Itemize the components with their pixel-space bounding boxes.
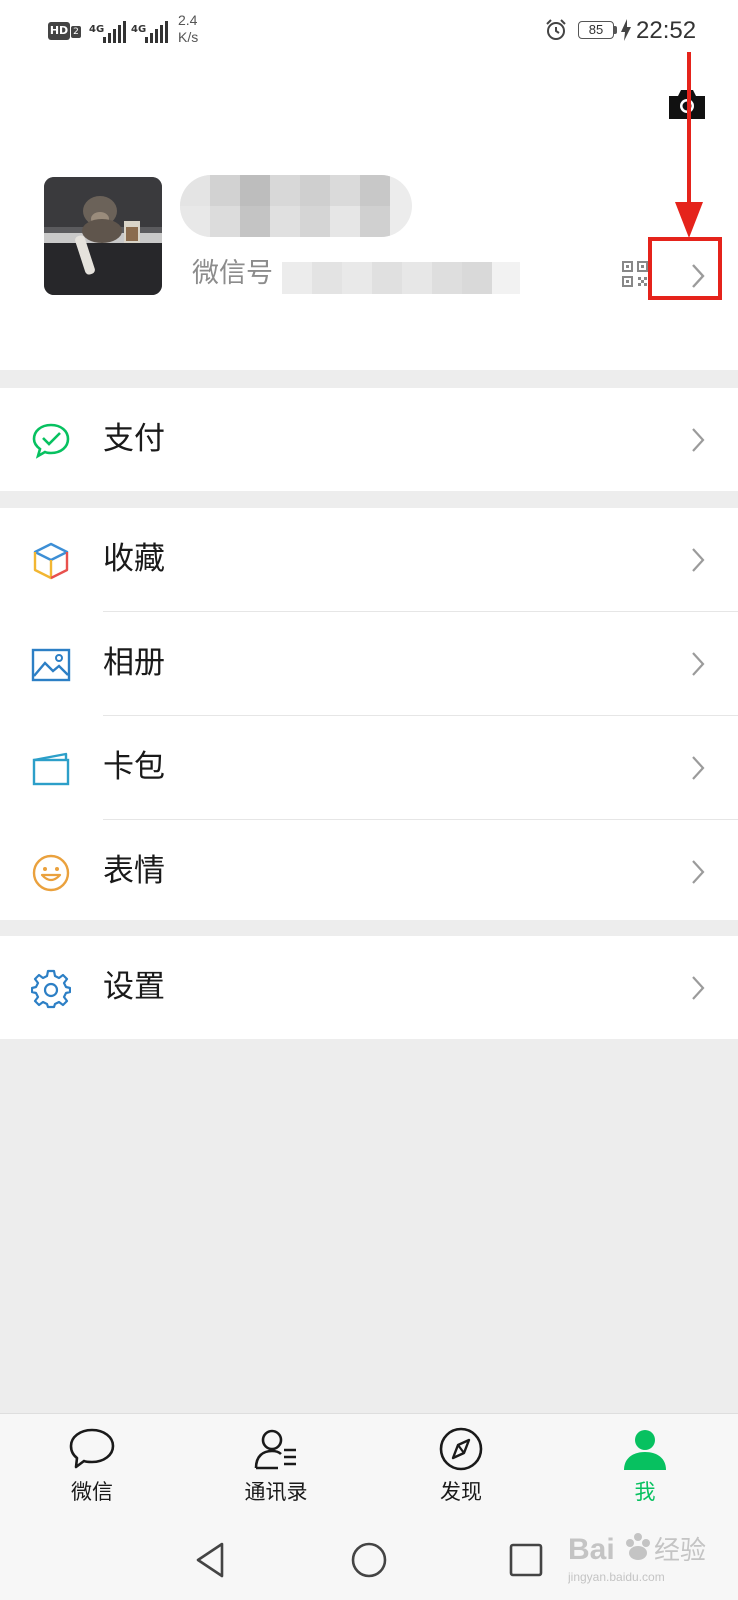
nickname-blurred: [180, 175, 412, 237]
tab-me[interactable]: 我: [585, 1414, 705, 1520]
menu-item-favorites[interactable]: 收藏: [0, 508, 738, 611]
speed-value: 2.4: [178, 12, 198, 28]
signal-bars-icon: [145, 19, 168, 43]
hd-voice-badge: HD: [48, 22, 70, 40]
battery-icon: 85: [578, 21, 614, 39]
back-icon[interactable]: [190, 1540, 230, 1580]
tab-label: 发现: [440, 1480, 482, 1504]
alarm-icon: [546, 19, 566, 40]
smiley-icon: [32, 854, 70, 892]
sim2-signal: 4G: [131, 17, 168, 43]
sim1-network-label: 4G: [89, 24, 105, 35]
tab-label: 微信: [71, 1480, 113, 1504]
menu-item-album[interactable]: 相册: [0, 612, 738, 715]
watermark-logo: Bai 经验 jingyan.baidu.com: [567, 1533, 706, 1584]
sim1-signal: 4G: [89, 17, 126, 43]
recents-icon[interactable]: [506, 1540, 546, 1580]
tab-label: 我: [634, 1480, 656, 1504]
tab-label: 通讯录: [244, 1480, 308, 1504]
compass-icon: [439, 1427, 483, 1471]
avatar[interactable]: [44, 177, 162, 295]
chat-bubble-icon: [69, 1428, 115, 1469]
annotation-highlight-box: [648, 237, 722, 300]
avatar-photo: [44, 177, 162, 295]
tab-discover[interactable]: 发现: [401, 1414, 521, 1520]
speed-unit: K/s: [178, 29, 199, 45]
status-bar: HD 2 4G 4G 2.4 K/s 85 22:52: [0, 0, 738, 62]
person-icon: [624, 1430, 666, 1470]
menu-item-label: 卡包: [103, 749, 165, 785]
sim2-network-label: 4G: [131, 24, 147, 35]
services-section: 收藏 相册 卡包 表情: [0, 508, 738, 920]
hd-sim-number: 2: [71, 26, 81, 38]
menu-item-label: 设置: [103, 969, 165, 1005]
favorites-cube-icon: [33, 542, 69, 580]
signal-bars-icon: [103, 19, 126, 43]
svg-text:Bai: Bai: [568, 1533, 615, 1566]
menu-item-label: 相册: [103, 645, 165, 681]
network-speed: 2.4 K/s: [178, 12, 198, 46]
clock: 22:52: [636, 17, 697, 44]
chevron-right-icon: [692, 860, 705, 884]
svg-text:jingyan.baidu.com: jingyan.baidu.com: [568, 1570, 665, 1584]
chevron-right-icon: [692, 548, 705, 572]
svg-text:经验: 经验: [654, 1536, 706, 1566]
contacts-icon: [254, 1429, 296, 1470]
card-wallet-icon: [32, 752, 70, 786]
annotation-arrow-icon: [675, 52, 703, 238]
menu-item-stickers[interactable]: 表情: [0, 820, 738, 923]
menu-item-cards[interactable]: 卡包: [0, 716, 738, 819]
chevron-right-icon: [692, 652, 705, 676]
qr-code-icon[interactable]: [622, 261, 648, 287]
album-picture-icon: [31, 648, 71, 682]
home-icon[interactable]: [349, 1540, 389, 1580]
tab-chats[interactable]: 微信: [32, 1414, 152, 1520]
bottom-tab-bar: 微信 通讯录 发现 我: [0, 1413, 738, 1520]
menu-item-settings[interactable]: 设置: [0, 936, 738, 1039]
menu-item-label: 支付: [103, 421, 165, 457]
wallet-check-icon: [32, 423, 70, 459]
chevron-right-icon: [692, 428, 705, 452]
menu-item-label: 收藏: [103, 541, 165, 577]
chevron-right-icon: [692, 756, 705, 780]
chevron-right-icon: [692, 976, 705, 1000]
battery-tip: [614, 26, 617, 34]
pay-section: 支付: [0, 388, 738, 491]
tab-contacts[interactable]: 通讯录: [216, 1414, 336, 1520]
settings-section: 设置: [0, 936, 738, 1039]
charging-icon: [621, 19, 631, 41]
menu-item-pay[interactable]: 支付: [0, 388, 738, 491]
gear-icon: [31, 969, 71, 1009]
wechat-id-blurred: [282, 262, 520, 294]
baidu-watermark: Bai 经验 jingyan.baidu.com: [567, 1525, 718, 1587]
wechat-id-label: 微信号: [192, 258, 273, 289]
menu-item-label: 表情: [103, 853, 165, 889]
